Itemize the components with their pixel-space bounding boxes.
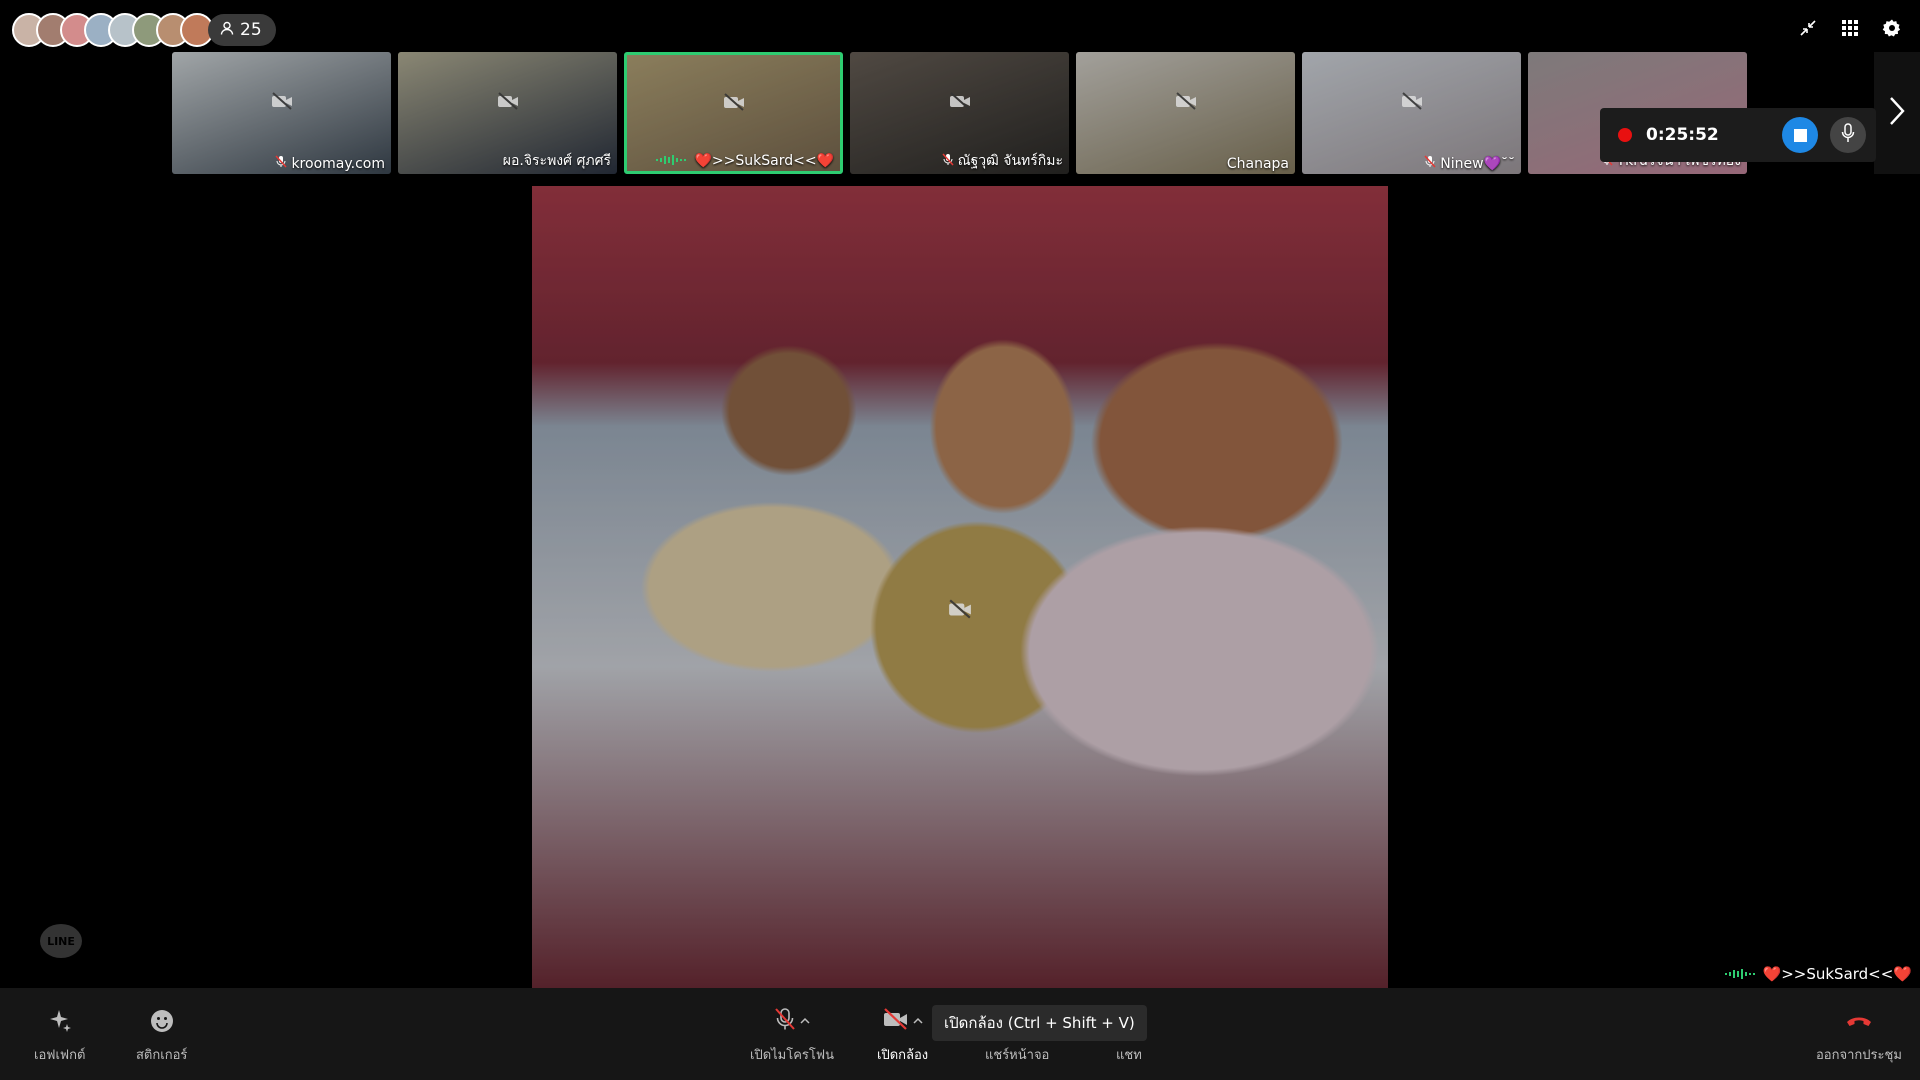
top-right-controls [1796, 16, 1904, 40]
camera-button[interactable]: เปิดกล้อง [877, 1006, 928, 1065]
effects-label: เอฟเฟกต์ [34, 1048, 86, 1063]
line-logo-text: LINE [47, 934, 75, 948]
leave-meeting-button[interactable]: ออกจากประชุม [1816, 1006, 1902, 1065]
participant-thumbnail[interactable]: Chanapa [1076, 52, 1295, 174]
mic-muted-icon [774, 1007, 796, 1035]
camera-off-icon [883, 1008, 909, 1034]
camera-tooltip: เปิดกล้อง (Ctrl + Shift + V) [932, 1005, 1147, 1041]
minimize-icon[interactable] [1796, 16, 1820, 40]
chevron-up-icon[interactable] [800, 1014, 810, 1029]
effects-button[interactable]: เอฟเฟกต์ [34, 1006, 85, 1065]
sticker-label: สติกเกอร์ [136, 1048, 188, 1063]
stop-recording-button[interactable] [1782, 117, 1818, 153]
grid-layout-icon[interactable] [1838, 16, 1862, 40]
line-logo: LINE [40, 924, 82, 958]
next-page-button[interactable] [1874, 52, 1920, 174]
participant-thumbnail[interactable]: ผอ.จิระพงศ์ ศุภศรี [398, 52, 617, 174]
stop-icon [1793, 128, 1807, 142]
audio-level-icon [1724, 965, 1759, 983]
sparkle-icon [47, 1006, 73, 1036]
microphone-label: เปิดไมโครโฟน [750, 1048, 834, 1063]
recording-timer: 0:25:52 [1646, 125, 1719, 145]
audio-level-icon [656, 153, 690, 169]
thumbnail-label: Chanapa [1227, 156, 1289, 172]
thumbnail-label: ❤️>>SukSard<<❤️ [656, 153, 834, 169]
camera-off-icon [271, 92, 293, 114]
phone-hangup-icon [1845, 1006, 1873, 1036]
stage-overlay [532, 186, 1388, 988]
participant-name: Chanapa [1226, 156, 1289, 172]
camera-off-icon [948, 599, 972, 623]
thumbnail-label: kroomay.com [275, 155, 385, 172]
participant-name: Ninew💜˘˘ [1440, 155, 1515, 172]
participant-count-button[interactable]: 25 [208, 14, 276, 46]
mic-muted-icon [275, 155, 288, 172]
participant-avatars[interactable]: 25 [12, 12, 276, 48]
camera-off-icon [1175, 92, 1197, 114]
microphone-button[interactable]: เปิดไมโครโฟน [750, 1006, 834, 1065]
camera-off-icon [949, 92, 971, 114]
participant-count: 25 [240, 20, 262, 40]
participant-thumbnail[interactable]: kroomay.com [172, 52, 391, 174]
active-speaker-label: ❤️>>SukSard<<❤️ [1724, 965, 1912, 983]
participant-thumbnail-active[interactable]: ❤️>>SukSard<<❤️ [624, 52, 843, 174]
sticker-button[interactable]: สติกเกอร์ [136, 1006, 187, 1065]
speaker-name: ❤️>>SukSard<<❤️ [1762, 965, 1912, 983]
recording-mic-button[interactable] [1830, 117, 1866, 153]
smiley-icon [150, 1006, 174, 1036]
mic-muted-icon [1424, 155, 1436, 172]
participant-thumbnail[interactable]: Ninew💜˘˘ [1302, 52, 1521, 174]
chevron-up-icon[interactable] [913, 1014, 923, 1029]
gear-icon[interactable] [1880, 16, 1904, 40]
camera-label: เปิดกล้อง [877, 1048, 929, 1063]
participant-name: ณัฐวุฒิ จันทร์กิมะ [957, 153, 1063, 169]
camera-off-icon [723, 92, 745, 115]
participant-strip: kroomay.com ผอ.จิระพงศ์ ศุภศรี ❤️>>SukSa… [172, 52, 1747, 176]
leave-meeting-label: ออกจากประชุม [1816, 1048, 1902, 1063]
chat-label: แชท [1116, 1048, 1142, 1063]
chevron-right-icon [1889, 96, 1905, 130]
person-icon [220, 20, 234, 40]
microphone-icon [1841, 123, 1855, 147]
mic-muted-icon [942, 152, 954, 170]
share-screen-label: แชร์หน้าจอ [985, 1048, 1050, 1063]
thumbnail-label: ณัฐวุฒิ จันทร์กิมะ [942, 150, 1063, 172]
camera-off-icon [1401, 92, 1423, 114]
thumbnail-label: Ninew💜˘˘ [1424, 155, 1515, 172]
main-video-stage[interactable] [532, 186, 1388, 988]
participant-name: ผอ.จิระพงศ์ ศุภศรี [502, 153, 611, 169]
camera-off-icon [497, 92, 519, 114]
recording-widget: 0:25:52 [1600, 108, 1876, 162]
participant-name: kroomay.com [291, 155, 385, 172]
participant-name: ❤️>>SukSard<<❤️ [694, 153, 834, 169]
recording-dot-icon [1618, 128, 1632, 142]
participant-thumbnail[interactable]: ณัฐวุฒิ จันทร์กิมะ [850, 52, 1069, 174]
thumbnail-label: ผอ.จิระพงศ์ ศุภศรี [503, 150, 611, 172]
